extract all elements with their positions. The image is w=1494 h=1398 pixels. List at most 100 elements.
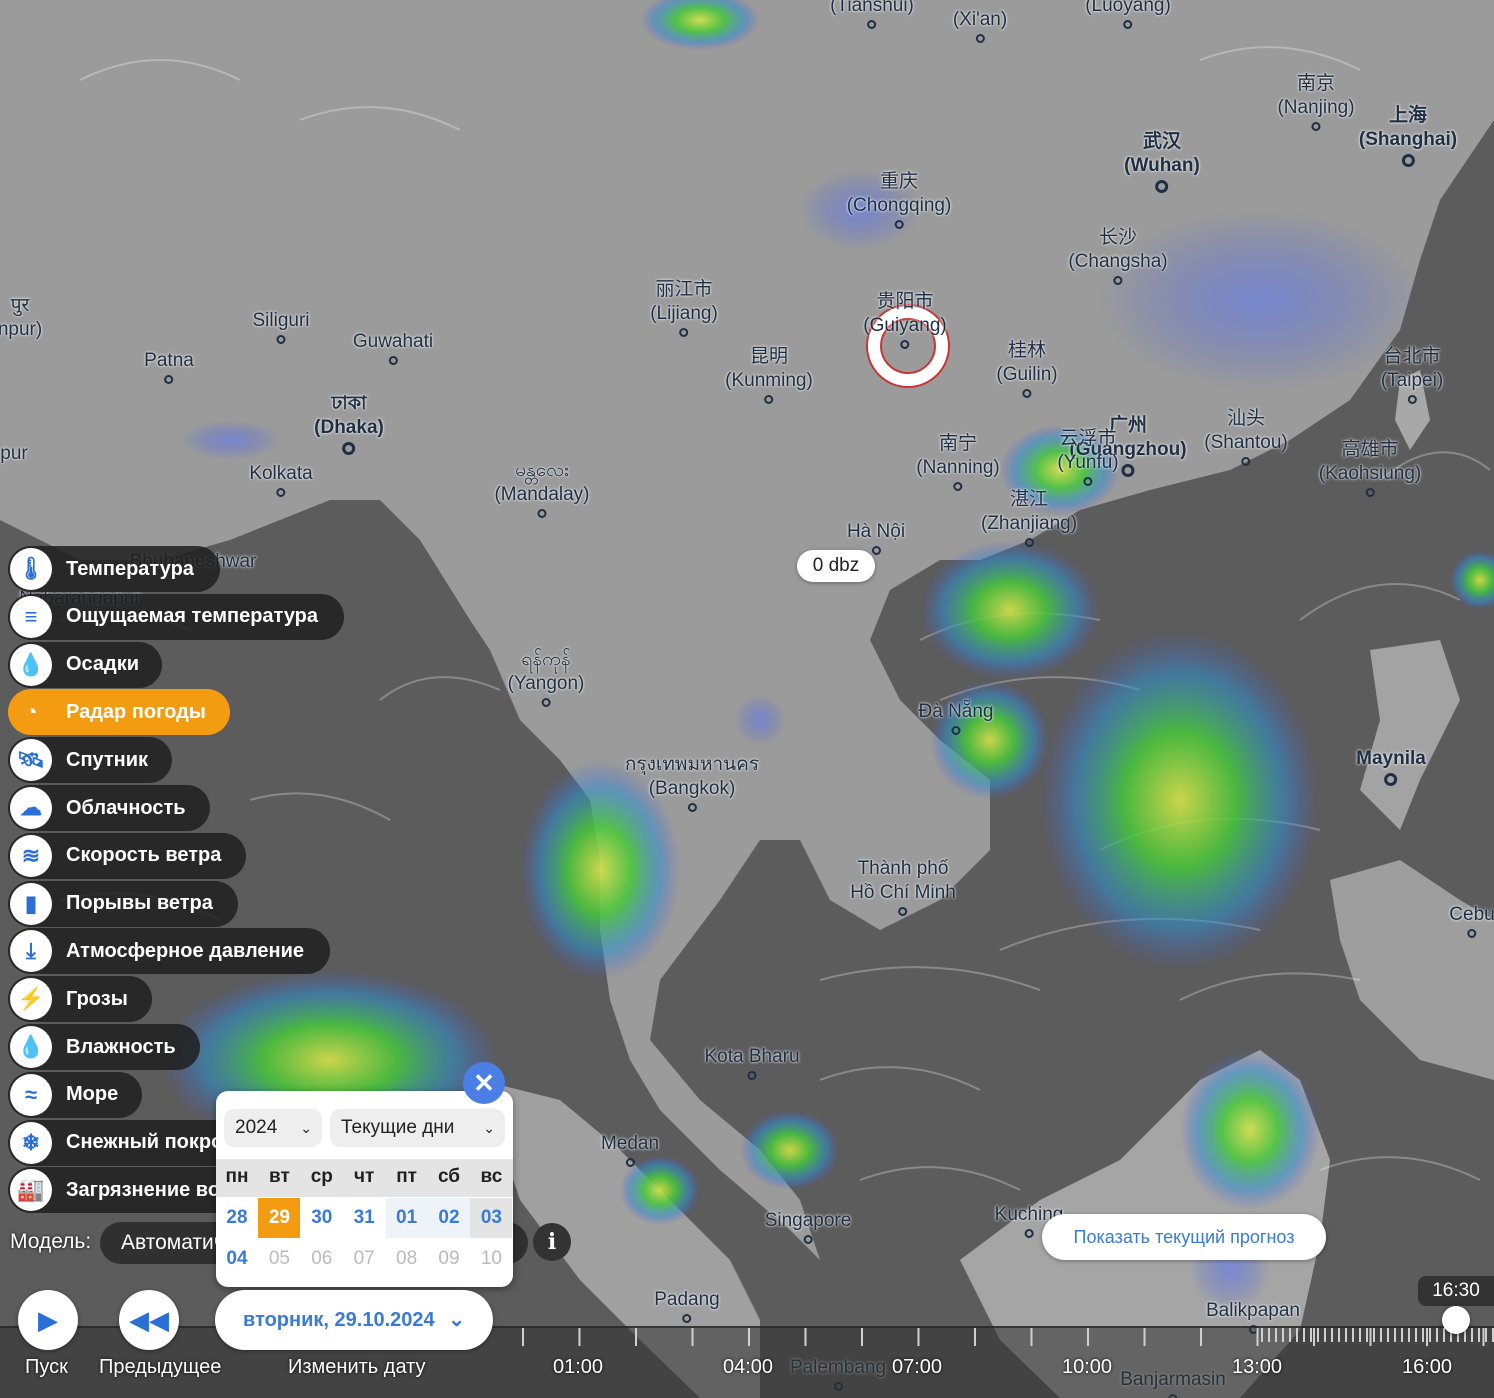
city-marker-icon <box>975 34 985 43</box>
calendar-day[interactable]: 01 <box>385 1198 428 1238</box>
calendar-day[interactable]: 30 <box>301 1198 343 1238</box>
radar-icon: ◔ <box>10 691 52 734</box>
city-label-luoyang: (Luoyang) <box>1085 0 1171 29</box>
layer-item-1[interactable]: ≡ Ощущаемая температура <box>8 593 344 640</box>
city-marker-icon <box>687 803 697 812</box>
city-name: 重庆 <box>879 171 919 192</box>
city-name: 昆明 <box>749 346 788 367</box>
city-label-taipei: 台北市 (Taipei) <box>1381 345 1443 404</box>
layer-item-7[interactable]: ▮ Порывы ветра <box>8 880 238 927</box>
city-label-lijiang: 丽江市 (Lijiang) <box>650 278 718 337</box>
city-name: Hồ Chí Minh <box>850 882 956 903</box>
calendar-day[interactable]: 03 <box>470 1198 513 1238</box>
city-name: Guwahati <box>352 331 434 352</box>
layer-label: Осадки <box>66 653 140 676</box>
city-name: 汕头 <box>1226 408 1266 429</box>
city-label-mandalay: မန္တလေး (Mandalay) <box>494 459 590 518</box>
city-marker-icon <box>803 1235 813 1244</box>
timeline-tick-label: 04:00 <box>722 1356 774 1378</box>
city-label-hanoi: Hà Nội <box>847 520 905 555</box>
play-button[interactable]: ▶ <box>18 1290 78 1350</box>
city-name: Medan <box>600 1133 660 1154</box>
layer-item-5[interactable]: ☁ Облачность <box>8 785 210 831</box>
city-name: Hà Nội <box>846 521 906 542</box>
city-name: (Luoyang) <box>1085 0 1171 16</box>
calendar-day: 09 <box>438 1248 460 1269</box>
city-name: (Yangon) <box>507 673 585 694</box>
city-label-siliguri: Siliguri <box>252 309 310 344</box>
city-name: (Dhaka) <box>314 417 384 438</box>
calendar-day[interactable]: 31 <box>343 1198 385 1238</box>
layer-item-0[interactable]: 🌡 Температура <box>8 546 220 592</box>
city-marker-icon <box>1113 276 1123 285</box>
raindrop-icon: 💧 <box>10 643 52 686</box>
weekday-header: пн вт ср чт пт сб вс <box>216 1159 513 1197</box>
layer-label: Облачность <box>66 796 186 819</box>
weekday-label: пн <box>225 1166 249 1187</box>
city-label-danang: Đà Nẵng <box>919 700 994 735</box>
calendar-day[interactable]: 29 <box>258 1198 301 1238</box>
layer-item-2[interactable]: 💧 Осадки <box>8 641 162 688</box>
city-name: 台北市 <box>1383 346 1441 367</box>
layer-item-4[interactable]: 🛰 Спутник <box>8 737 172 784</box>
city-label-tianshui: (Tianshui) <box>830 0 914 29</box>
city-name: पुर <box>10 295 30 316</box>
city-label-chongqing: 重庆 (Chongqing) <box>847 170 951 229</box>
calendar-day: 10 <box>480 1248 502 1269</box>
layer-item-8[interactable]: ⤓ Атмосферное давление <box>8 928 330 975</box>
city-name: (Guiyang) <box>863 315 947 336</box>
city-name: Padang <box>654 1289 720 1310</box>
layer-label: Скорость ветра <box>66 844 222 867</box>
timeline-slider-handle[interactable] <box>1442 1306 1470 1334</box>
cloud-icon: ☁ <box>10 787 52 829</box>
show-current-forecast-button[interactable]: Показать текущий прогноз <box>1042 1214 1326 1260</box>
city-marker-icon <box>1123 20 1133 29</box>
city-label-medan: Medan <box>601 1132 659 1167</box>
close-icon[interactable]: ✕ <box>463 1062 505 1104</box>
city-name: Siliguri <box>252 310 310 331</box>
city-marker-icon <box>276 488 286 497</box>
year-value: 2024 <box>235 1117 278 1138</box>
city-marker-icon <box>894 220 904 229</box>
info-icon[interactable]: i <box>533 1223 571 1261</box>
calendar-day[interactable]: 04 <box>216 1239 258 1279</box>
chevron-down-icon: ⌄ <box>448 1309 465 1331</box>
city-name: (Kunming) <box>725 370 813 391</box>
city-name: Đà Nẵng <box>918 701 994 722</box>
layer-item-9[interactable]: ⚡ Грозы <box>8 976 152 1023</box>
city-marker-icon <box>625 1158 635 1167</box>
city-label-zhanjiang: 湛江 (Zhanjiang) <box>981 488 1077 547</box>
city-marker-icon <box>1241 457 1251 466</box>
layer-label: Температура <box>66 557 194 580</box>
layer-item-11[interactable]: ≈ Море <box>8 1071 142 1118</box>
year-select[interactable]: 2024 ⌄ <box>224 1109 322 1147</box>
city-name: 上海 <box>1388 105 1428 126</box>
city-label-patna: Patna <box>144 349 194 384</box>
change-date-button[interactable]: вторник, 29.10.2024 ⌄ <box>215 1290 493 1350</box>
layer-label: Атмосферное давление <box>66 939 305 962</box>
city-marker-icon <box>1407 395 1417 404</box>
city-label-cebu: Cebu <box>1449 903 1494 938</box>
layer-item-6[interactable]: ≋ Скорость ветра <box>8 832 246 879</box>
range-select[interactable]: Текущие дни ⌄ <box>330 1109 505 1147</box>
previous-button[interactable]: ◀◀ <box>119 1290 179 1350</box>
city-marker-icon <box>276 335 286 344</box>
city-name: မန္တလေး <box>515 460 569 481</box>
factory-icon: 🏭 <box>10 1169 52 1212</box>
weekday-label: вс <box>480 1166 503 1187</box>
city-name: 长沙 <box>1098 227 1137 248</box>
city-name: 武汉 <box>1142 131 1182 152</box>
city-name: (Kaohsiung) <box>1318 463 1422 484</box>
layer-item-3[interactable]: ◔ Радар погоды <box>8 689 230 736</box>
city-marker-icon <box>1024 538 1034 547</box>
city-label-maynila: Maynila <box>1356 747 1426 786</box>
calendar-day[interactable]: 02 <box>428 1198 470 1238</box>
layer-label: Море <box>66 1083 119 1106</box>
city-label-kotabharu: Kota Bharu <box>704 1045 800 1080</box>
layer-item-10[interactable]: 💧 Влажность <box>8 1024 200 1070</box>
city-marker-icon <box>867 20 877 29</box>
city-label-xian: (Xi'an) <box>953 8 1007 43</box>
timeline-tick-label: 10:00 <box>1061 1356 1113 1378</box>
city-name: (Nanjing) <box>1277 97 1355 118</box>
calendar-day[interactable]: 28 <box>216 1198 258 1238</box>
